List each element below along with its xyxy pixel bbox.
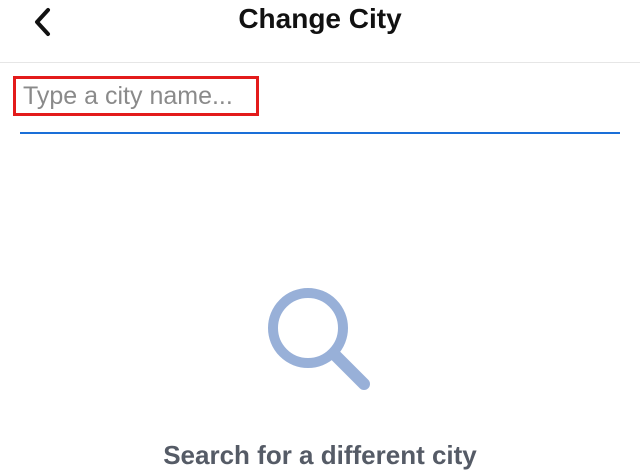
change-city-screen: Change City Search for a different city (0, 0, 640, 473)
page-title: Change City (238, 3, 402, 34)
empty-state-message: Search for a different city (163, 440, 477, 470)
header-bar: Change City (0, 0, 640, 63)
magnifier-icon (268, 288, 370, 390)
search-underline (20, 132, 620, 134)
city-search-input[interactable] (13, 76, 259, 116)
city-search-field (13, 74, 620, 136)
